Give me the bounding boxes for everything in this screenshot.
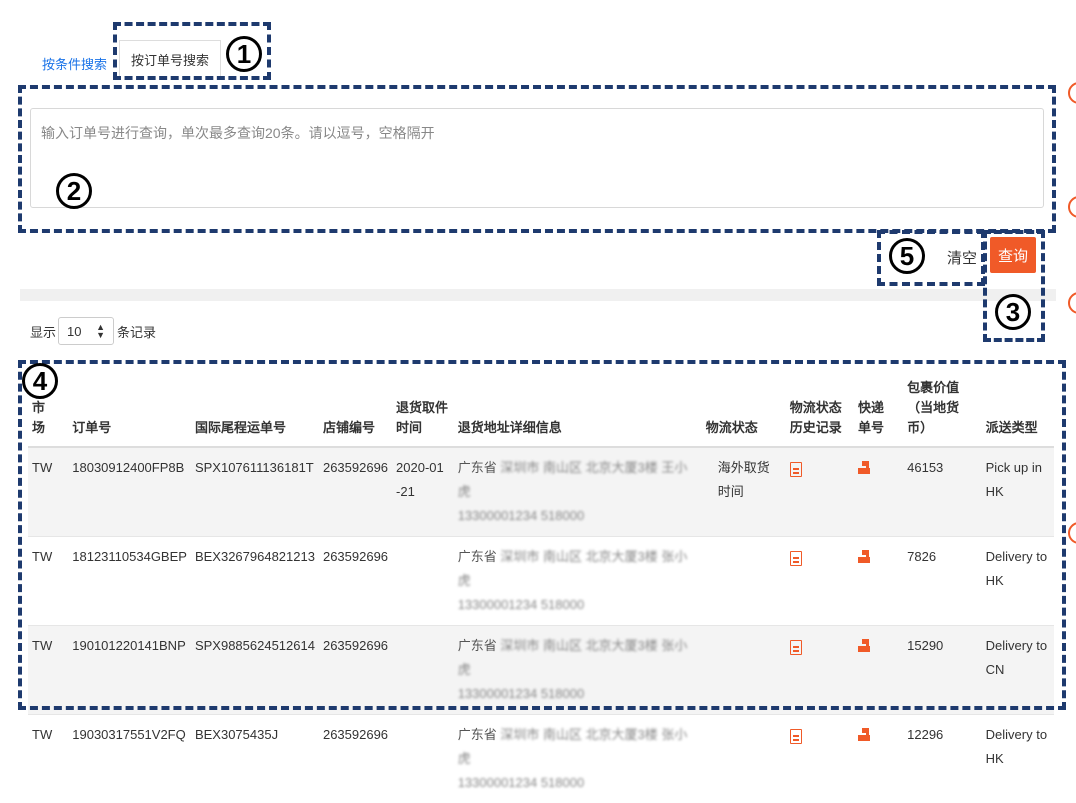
sort-arrows-icon: ▲▼ <box>96 323 105 339</box>
section-divider <box>20 289 1056 301</box>
edge-marker <box>1068 196 1076 218</box>
cell-market: TW <box>28 447 68 537</box>
cell-return-address: 广东省 深圳市 南山区 北京大厦3楼 张小虎13300001234 518000 <box>454 715 702 803</box>
col-shop-id[interactable]: 店铺编号 <box>319 376 392 447</box>
cell-delivery-type: Delivery to CN <box>982 626 1054 715</box>
courier-icon[interactable] <box>858 460 870 476</box>
cell-status-history <box>786 537 854 626</box>
cell-order-number: 18123110534GBEP <box>68 537 191 626</box>
cell-shop-id: 263592696 <box>319 715 392 803</box>
cell-tracking-number: BEX3267964821213 <box>191 537 319 626</box>
cell-market: TW <box>28 537 68 626</box>
col-order-number[interactable]: 订单号 <box>68 376 191 447</box>
cell-pickup-time <box>392 537 454 626</box>
col-delivery-type[interactable]: 派送类型 <box>982 376 1054 447</box>
col-courier-number[interactable]: 快递单号 <box>854 376 903 447</box>
document-icon[interactable] <box>790 462 802 477</box>
cell-parcel-value: 12296 <box>903 715 982 803</box>
col-parcel-value[interactable]: 包裹价值（当地货币） <box>903 376 982 447</box>
cell-logistics-status <box>702 626 786 715</box>
table-row: TW 19030317551V2FQ BEX3075435J 263592696… <box>28 715 1054 803</box>
annotation-number-5: 5 <box>889 238 925 274</box>
page-size-select[interactable]: 10 ▲▼ <box>58 317 114 345</box>
annotation-number-3: 3 <box>995 294 1031 330</box>
cell-tracking-number: SPX9885624512614 <box>191 626 319 715</box>
col-return-address[interactable]: 退货地址详细信息 <box>454 376 702 447</box>
table-header-row: 市场 订单号 国际尾程运单号 店铺编号 退货取件时间 退货地址详细信息 物流状态… <box>28 376 1054 447</box>
cell-courier-number <box>854 537 903 626</box>
cell-return-address: 广东省 深圳市 南山区 北京大厦3楼 王小虎13300001234 518000 <box>454 447 702 537</box>
clear-button[interactable]: 清空 <box>936 240 988 274</box>
cell-pickup-time: 2020-01-21 <box>392 447 454 537</box>
annotation-number-2: 2 <box>56 173 92 209</box>
cell-logistics-status <box>702 715 786 803</box>
page-size-prefix: 显示 <box>30 322 56 341</box>
cell-logistics-status <box>702 537 786 626</box>
edge-marker <box>1068 292 1076 314</box>
courier-icon[interactable] <box>858 638 870 654</box>
edge-marker <box>1068 522 1076 544</box>
cell-market: TW <box>28 715 68 803</box>
col-pickup-time[interactable]: 退货取件时间 <box>392 376 454 447</box>
edge-marker <box>1068 82 1076 104</box>
tab-search-by-order[interactable]: 按订单号搜索 <box>119 40 221 78</box>
cell-courier-number <box>854 447 903 537</box>
cell-pickup-time <box>392 626 454 715</box>
table-row: TW 190101220141BNP SPX9885624512614 2635… <box>28 626 1054 715</box>
cell-tracking-number: SPX107611136181T <box>191 447 319 537</box>
col-tracking-number[interactable]: 国际尾程运单号 <box>191 376 319 447</box>
page-size-value: 10 <box>67 324 81 339</box>
table-row: TW 18123110534GBEP BEX3267964821213 2635… <box>28 537 1054 626</box>
cell-order-number: 190101220141BNP <box>68 626 191 715</box>
cell-return-address: 广东省 深圳市 南山区 北京大厦3楼 张小虎13300001234 518000 <box>454 537 702 626</box>
cell-delivery-type: Delivery to HK <box>982 537 1054 626</box>
order-number-input[interactable] <box>30 108 1044 208</box>
cell-delivery-type: Delivery to HK <box>982 715 1054 803</box>
cell-status-history <box>786 447 854 537</box>
document-icon[interactable] <box>790 551 802 566</box>
cell-return-address: 广东省 深圳市 南山区 北京大厦3楼 张小虎13300001234 518000 <box>454 626 702 715</box>
cell-pickup-time <box>392 715 454 803</box>
cell-courier-number <box>854 715 903 803</box>
cell-tracking-number: BEX3075435J <box>191 715 319 803</box>
cell-shop-id: 263592696 <box>319 537 392 626</box>
cell-logistics-status: 海外取货时间 <box>702 447 786 537</box>
cell-order-number: 19030317551V2FQ <box>68 715 191 803</box>
document-icon[interactable] <box>790 640 802 655</box>
courier-icon[interactable] <box>858 727 870 743</box>
table-row: TW 18030912400FP8B SPX107611136181T 2635… <box>28 447 1054 537</box>
tab-search-by-condition[interactable]: 按条件搜索 <box>42 54 107 73</box>
cell-status-history <box>786 626 854 715</box>
document-icon[interactable] <box>790 729 802 744</box>
cell-market: TW <box>28 626 68 715</box>
records-table: 市场 订单号 国际尾程运单号 店铺编号 退货取件时间 退货地址详细信息 物流状态… <box>28 376 1054 803</box>
cell-parcel-value: 46153 <box>903 447 982 537</box>
cell-parcel-value: 15290 <box>903 626 982 715</box>
query-button[interactable]: 查询 <box>990 237 1036 273</box>
cell-shop-id: 263592696 <box>319 447 392 537</box>
cell-order-number: 18030912400FP8B <box>68 447 191 537</box>
cell-delivery-type: Pick up in HK <box>982 447 1054 537</box>
page-size-suffix: 条记录 <box>117 322 156 341</box>
annotation-number-4: 4 <box>22 363 58 399</box>
cell-parcel-value: 7826 <box>903 537 982 626</box>
col-logistics-status[interactable]: 物流状态 <box>702 376 786 447</box>
cell-status-history <box>786 715 854 803</box>
cell-courier-number <box>854 626 903 715</box>
annotation-number-1: 1 <box>226 36 262 72</box>
col-status-history[interactable]: 物流状态历史记录 <box>786 376 854 447</box>
cell-shop-id: 263592696 <box>319 626 392 715</box>
courier-icon[interactable] <box>858 549 870 565</box>
